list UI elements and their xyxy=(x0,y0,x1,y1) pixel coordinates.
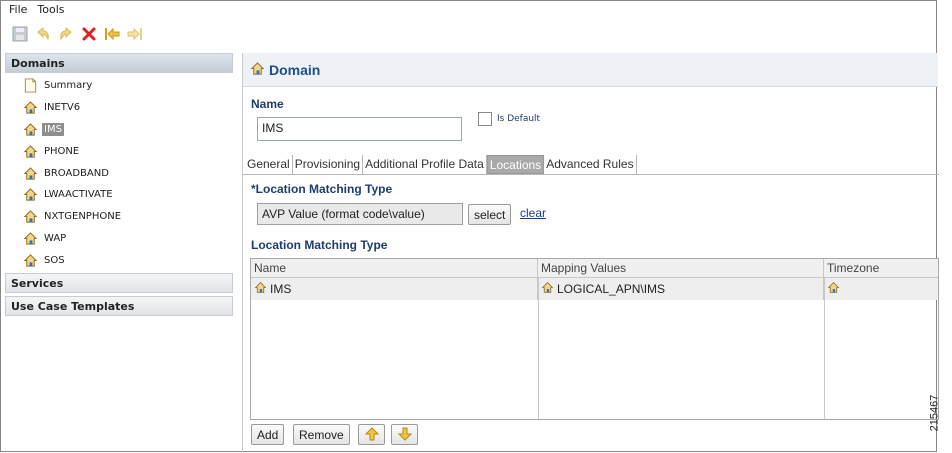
cell-mapping-text: LOGICAL_APN\IMS xyxy=(557,282,666,296)
table-header: Name Mapping Values Timezone xyxy=(251,259,938,278)
page-title: Domain xyxy=(269,61,321,78)
document-icon xyxy=(23,78,38,93)
sidebar-item-label: WAP xyxy=(44,232,67,244)
house-icon xyxy=(254,281,267,297)
sidebar-item-label: NXTGENPHONE xyxy=(44,211,122,223)
remove-button[interactable]: Remove xyxy=(293,424,350,445)
checkbox-box[interactable] xyxy=(478,112,492,126)
cell-mapping: LOGICAL_APN\IMS xyxy=(538,278,824,300)
sidebar-item-label: PHONE xyxy=(44,145,80,157)
table-row[interactable]: IMS LOGICAL_APN\IMS xyxy=(251,278,938,300)
house-icon xyxy=(541,281,554,297)
arrow-down-icon xyxy=(397,427,412,441)
location-table: Name Mapping Values Timezone IMS LOGICAL… xyxy=(250,258,939,420)
figure-id-text: 215467 xyxy=(928,394,941,432)
sidebar-item-summary[interactable]: Summary xyxy=(5,75,233,97)
house-icon xyxy=(23,122,38,137)
sidebar-item-sos[interactable]: SOS xyxy=(5,249,233,271)
panel-header: Domain xyxy=(243,53,938,87)
sidebar-item-inetv6[interactable]: INETV6 xyxy=(5,97,233,119)
forward-icon[interactable] xyxy=(126,26,143,42)
back-icon[interactable] xyxy=(103,26,120,42)
add-button[interactable]: Add xyxy=(251,424,285,445)
cell-name: IMS xyxy=(251,278,538,300)
cell-timezone xyxy=(824,278,938,300)
menu-bar: File Tools xyxy=(9,3,65,19)
sidebar-item-lwaactivate[interactable]: LWAACTIVATE xyxy=(5,184,233,206)
redo-icon[interactable] xyxy=(57,26,74,42)
domain-tree: Summary INETV6 IMS PHONE BROADBAND LWAACTIVAT… xyxy=(5,73,233,271)
tab-general[interactable]: General xyxy=(245,155,293,174)
house-icon xyxy=(23,100,38,115)
delete-icon[interactable] xyxy=(80,26,97,42)
location-matching-type-value: AVP Value (format code\value) xyxy=(257,203,463,225)
house-icon xyxy=(23,187,38,202)
arrow-up-icon xyxy=(364,427,379,441)
move-down-button[interactable] xyxy=(391,424,418,445)
house-icon xyxy=(250,61,265,79)
sidebar-item-ims[interactable]: IMS xyxy=(5,119,233,141)
application-window: File Tools Domains Summary INETV6 IMS PHONE… xyxy=(0,0,939,453)
sidebar-item-label: IMS xyxy=(42,122,64,136)
sidebar-item-wap[interactable]: WAP xyxy=(5,228,233,250)
sidebar-item-label: LWAACTIVATE xyxy=(44,189,113,201)
menu-file[interactable]: File xyxy=(9,3,27,19)
domains-header[interactable]: Domains xyxy=(5,53,233,73)
column-header-timezone[interactable]: Timezone xyxy=(824,259,938,277)
column-header-mapping-values[interactable]: Mapping Values xyxy=(538,259,824,277)
sidebar-item-label: INETV6 xyxy=(44,102,81,114)
is-default-checkbox[interactable]: Is Default xyxy=(478,112,540,126)
undo-icon[interactable] xyxy=(34,26,51,42)
house-icon xyxy=(23,209,38,224)
column-header-name[interactable]: Name xyxy=(251,259,538,277)
sidebar: Domains Summary INETV6 IMS PHONE BROADBAND LW… xyxy=(5,53,233,447)
tab-additional-profile-data[interactable]: Additional Profile Data xyxy=(363,155,487,174)
sidebar-item-label: BROADBAND xyxy=(44,167,109,179)
save-icon[interactable] xyxy=(11,26,28,42)
sidebar-item-nxtgenphone[interactable]: NXTGENPHONE xyxy=(5,206,233,228)
tab-bar: General Provisioning Additional Profile … xyxy=(245,155,637,174)
sidebar-item-label: Summary xyxy=(44,80,93,92)
domain-panel: Domain Name IMS Is Default General Provi… xyxy=(242,53,939,453)
sidebar-item-broadband[interactable]: BROADBAND xyxy=(5,162,233,184)
clear-link[interactable]: clear xyxy=(520,206,546,220)
location-matching-type-label: *Location Matching Type xyxy=(251,182,393,196)
sidebar-item-label: SOS xyxy=(44,254,65,266)
location-matching-table-label: Location Matching Type xyxy=(251,238,388,252)
column-divider xyxy=(824,278,825,419)
column-divider xyxy=(538,278,539,419)
tab-provisioning[interactable]: Provisioning xyxy=(293,155,364,174)
is-default-label: Is Default xyxy=(497,114,541,124)
sidebar-item-phone[interactable]: PHONE xyxy=(5,140,233,162)
house-icon xyxy=(23,166,38,181)
tab-advanced-rules[interactable]: Advanced Rules xyxy=(544,155,637,174)
house-icon xyxy=(23,231,38,246)
services-header[interactable]: Services xyxy=(5,273,233,294)
select-button[interactable]: select xyxy=(468,204,512,225)
figure-id: 215467 xyxy=(928,385,952,445)
move-up-button[interactable] xyxy=(358,424,385,445)
house-icon xyxy=(827,281,840,297)
tab-divider xyxy=(243,174,939,175)
tab-locations[interactable]: Locations xyxy=(486,155,545,174)
cell-name-text: IMS xyxy=(270,282,292,296)
house-icon xyxy=(23,253,38,268)
house-icon xyxy=(23,144,38,159)
name-field[interactable]: IMS xyxy=(257,117,462,141)
menu-tools[interactable]: Tools xyxy=(37,3,64,19)
name-label: Name xyxy=(251,97,284,111)
use-case-templates-header[interactable]: Use Case Templates xyxy=(5,296,233,317)
toolbar xyxy=(11,25,143,43)
